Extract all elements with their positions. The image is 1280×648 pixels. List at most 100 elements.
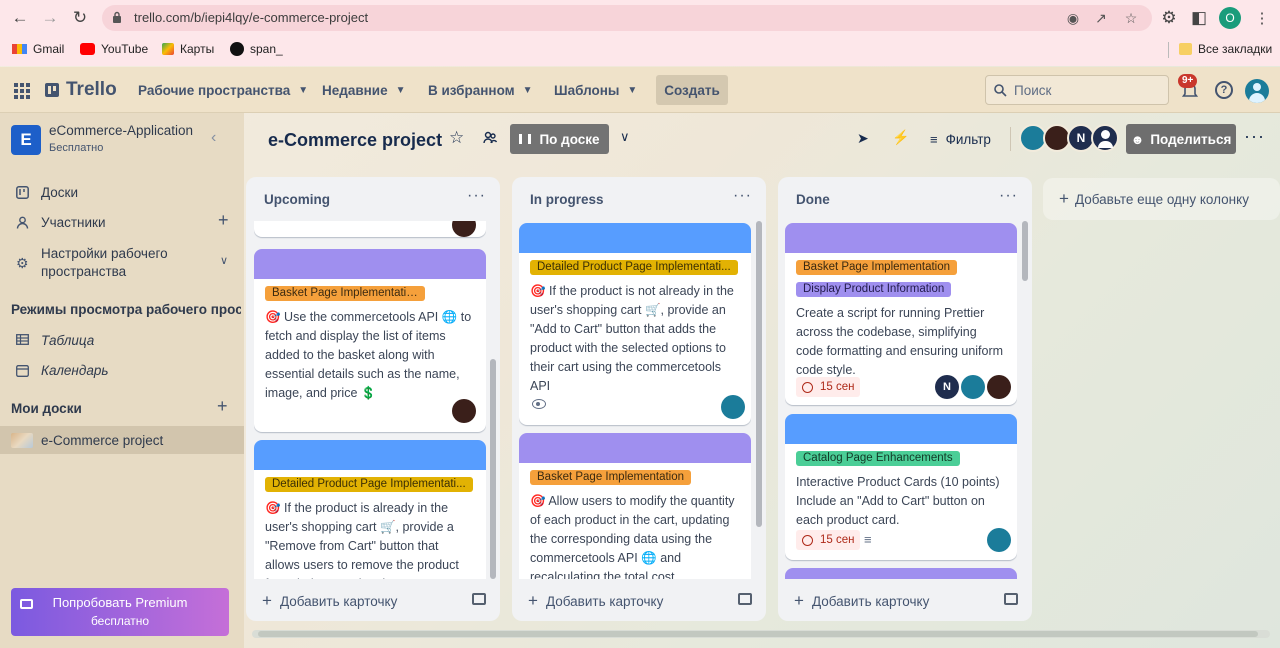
card-member-avatar[interactable] [452, 221, 476, 237]
filter-button[interactable]: ≡ Фильтр [930, 125, 991, 153]
board-view-button[interactable]: По доске [510, 124, 609, 154]
forward-icon[interactable]: → [38, 7, 62, 29]
list-card[interactable]: Basket Page Implementation Display Produ… [785, 223, 1017, 405]
card-member-avatar[interactable] [987, 375, 1011, 399]
nav-templates[interactable]: Шаблоны ▼ [554, 67, 637, 113]
list-card[interactable]: Catalog Page Enhancements Interactive Pr… [785, 414, 1017, 560]
all-bookmarks[interactable]: Все закладки [1179, 42, 1272, 56]
bookmark-span[interactable]: span_ [230, 42, 283, 56]
create-button[interactable]: Создать [656, 75, 728, 105]
board-title[interactable]: e-Commerce project [268, 130, 442, 151]
visibility-icon[interactable] [483, 130, 498, 144]
workspace-name[interactable]: eCommerce-Application [49, 123, 193, 138]
board-menu-icon[interactable]: ··· [1244, 126, 1265, 147]
url-text[interactable]: trello.com/b/iepi4lqy/e-commerce-project [134, 10, 368, 25]
list-scrollbar[interactable] [490, 221, 496, 579]
share-button[interactable]: ☻ Поделиться [1126, 124, 1236, 154]
card-template-icon[interactable] [472, 593, 486, 605]
card-label[interactable]: Detailed Product Page Implementati... [265, 477, 473, 492]
card-member-avatar[interactable] [721, 395, 745, 419]
card-member-avatar[interactable] [452, 399, 476, 423]
list-card[interactable]: Detailed Product Page Implementati... 🎯 … [254, 440, 486, 579]
add-card-button[interactable]: + Добавить карточку [262, 591, 397, 611]
list-card[interactable]: Detailed Product Page Implementati... 🎯 … [519, 223, 751, 425]
card-member-avatar-n[interactable]: N [935, 375, 959, 399]
sidebar-view-table[interactable]: Таблица [41, 333, 94, 348]
list-card[interactable] [254, 221, 486, 237]
eye-off-icon[interactable]: ◉ [1064, 9, 1082, 27]
list-scrollbar[interactable] [756, 221, 762, 579]
sidebar-item-members[interactable]: Участники [41, 215, 106, 230]
user-avatar[interactable] [1245, 79, 1269, 103]
card-label[interactable]: Basket Page Implementation [265, 286, 425, 301]
add-card-button[interactable]: + Добавить карточку [528, 591, 663, 611]
add-list-button[interactable]: + Добавьте еще одну колонку [1043, 178, 1280, 220]
side-panel-icon[interactable]: ◧ [1187, 7, 1211, 29]
bookmark-gmail[interactable]: Gmail [12, 42, 64, 56]
add-member-icon[interactable]: + [218, 210, 229, 231]
list-title[interactable]: In progress [530, 192, 604, 207]
bookmark-youtube[interactable]: YouTube [80, 42, 148, 56]
share-page-icon[interactable]: ↗ [1092, 9, 1110, 27]
my-boards-title: Мои доски [11, 401, 82, 416]
try-premium-button[interactable]: Попробовать Premium бесплатно [11, 588, 229, 636]
bookmark-maps[interactable]: Карты [162, 42, 214, 56]
board-horizontal-scrollbar[interactable] [252, 630, 1270, 638]
card-label[interactable]: Basket Page Implementation [530, 470, 692, 485]
card-description: 🎯 If the product is already in the user'… [265, 501, 459, 579]
back-icon[interactable]: ← [8, 7, 32, 29]
sidebar-board-active[interactable]: e-Commerce project [0, 426, 244, 454]
nav-recent[interactable]: Недавние ▼ [322, 67, 406, 113]
search-input[interactable]: Поиск [985, 75, 1169, 105]
list-menu-icon[interactable]: ··· [467, 187, 486, 205]
power-ups-icon[interactable]: ➤ [857, 130, 869, 147]
collapse-sidebar-icon[interactable]: ‹ [211, 129, 216, 147]
bookmark-star-icon[interactable]: ☆ [1122, 9, 1140, 27]
list-title[interactable]: Done [796, 192, 830, 207]
sidebar-view-calendar[interactable]: Календарь [41, 363, 108, 378]
chevron-down-icon[interactable]: ∨ [620, 129, 630, 145]
chevron-down-icon: ▼ [627, 84, 638, 96]
profile-avatar[interactable]: O [1219, 7, 1241, 29]
card-member-avatar[interactable] [987, 528, 1011, 552]
extensions-icon[interactable]: ⚙ [1157, 7, 1181, 29]
list-menu-icon[interactable]: ··· [999, 187, 1018, 205]
help-icon[interactable]: ? [1215, 81, 1233, 99]
card-label[interactable]: Catalog Page Enhancements [796, 451, 960, 466]
star-icon[interactable]: ☆ [449, 128, 464, 148]
list-title[interactable]: Upcoming [264, 192, 330, 207]
app-switcher-icon[interactable] [14, 83, 30, 99]
list-card[interactable]: Basket Page Implementation 🎯 Allow users… [519, 433, 751, 579]
member-avatar-4[interactable] [1091, 124, 1119, 152]
list-scrollbar[interactable] [1022, 221, 1028, 579]
automation-icon[interactable]: ⚡ [892, 129, 909, 146]
workspace-sidebar: E eCommerce-Application Бесплатно ‹ Доск… [0, 113, 244, 648]
card-cover [254, 440, 486, 470]
card-label[interactable]: Detailed Product Page Implementati... [530, 260, 738, 275]
list-card[interactable] [785, 568, 1017, 579]
sidebar-item-boards[interactable]: Доски [41, 185, 78, 200]
trello-logo[interactable]: Trello [45, 67, 117, 113]
chevron-down-icon[interactable]: ∨ [220, 254, 228, 267]
address-bar[interactable]: trello.com/b/iepi4lqy/e-commerce-project… [102, 5, 1152, 31]
nav-workspaces[interactable]: Рабочие пространства ▼ [138, 67, 308, 113]
due-date-badge[interactable]: 15 сен [796, 530, 861, 550]
list-menu-icon[interactable]: ··· [733, 187, 752, 205]
due-date-badge[interactable]: 15 сен [796, 377, 861, 397]
reload-icon[interactable]: ↻ [68, 7, 92, 29]
card-label[interactable]: Basket Page Implementation [796, 260, 958, 275]
sidebar-item-settings[interactable]: Настройки рабочего пространства [41, 245, 201, 281]
nav-starred[interactable]: В избранном ▼ [428, 67, 533, 113]
browser-menu-icon[interactable]: ⋮ [1250, 7, 1274, 29]
card-label[interactable]: Display Product Information [796, 282, 952, 297]
card-template-icon[interactable] [738, 593, 752, 605]
add-card-button[interactable]: + Добавить карточку [794, 591, 929, 611]
trello-header: Trello Рабочие пространства ▼ Недавние ▼ В… [0, 67, 1280, 113]
list-card[interactable]: Basket Page Implementation 🎯 Use the com… [254, 249, 486, 432]
filter-icon: ≡ [930, 131, 938, 147]
card-member-avatar[interactable] [961, 375, 985, 399]
add-board-icon[interactable]: + [217, 396, 228, 417]
card-template-icon[interactable] [1004, 593, 1018, 605]
workspace-logo[interactable]: E [11, 125, 41, 155]
board-thumbnail [11, 433, 33, 448]
